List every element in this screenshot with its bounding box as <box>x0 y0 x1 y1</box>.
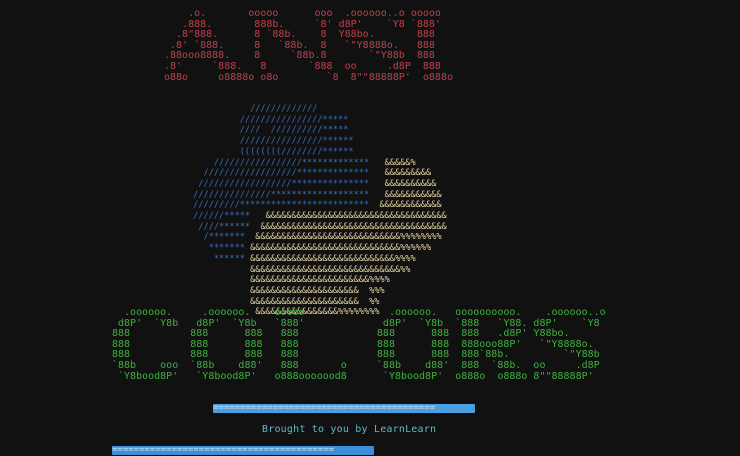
colors-art-line: `Y8bood8P' `Y8bood8P' o888ooooood8 `Y8bo… <box>112 370 594 382</box>
python-logo-yellow-segment: &&&&&&&&& <box>369 168 432 179</box>
terminal-window: .o. ooooo ooo .oooooo..o ooooo .888. 888… <box>0 0 740 456</box>
python-logo-blue-segment: ******* <box>188 243 245 254</box>
python-logo-yellow-segment: &&&&&&&&&&&&&&&&&&&&& %%% <box>188 285 385 296</box>
python-logo-ascii: ///////////// ////////////////***** ////… <box>188 104 447 318</box>
ansi-art-line: .o. ooooo ooo .oooooo..o ooooo <box>164 8 441 19</box>
python-logo-blue-segment: //////////////////*************** <box>188 178 370 189</box>
colors-art-line: 888 888 888 888 888 888 888`88b. `"Y88b <box>112 349 600 361</box>
python-logo-blue-segment: /////////************************* <box>188 200 370 211</box>
python-logo-yellow-segment: &&&&&&&&&& <box>369 178 437 189</box>
python-logo-blue-segment: ////****** <box>188 221 251 232</box>
ansi-ascii-title: .o. ooooo ooo .oooooo..o ooooo .888. 888… <box>164 8 453 83</box>
python-logo-yellow-segment: &&&&&&&&&&&& <box>369 200 442 211</box>
python-logo-yellow-segment: &&&&&&&&&&&&&&&&&&&&&&&&&&&&&%% <box>188 264 411 275</box>
python-logo-blue-segment: ///////////// <box>188 104 318 114</box>
python-logo-yellow-segment: &&&&&&&&&&&&&&&&&&&&&&&&&&&&&&&&&&& <box>250 211 447 222</box>
colors-art-line: .oooooo. .oooooo. ooooo .oooooo. ooooooo… <box>112 307 606 318</box>
colors-art-line: 888 888 888 888 888 888 888 .d8P' Y88bo. <box>112 328 570 340</box>
ansi-art-line: .8"888. 8 `88b. 8 Y88bo. 888 <box>164 29 435 41</box>
divider-bar-bottom: ========================================… <box>112 446 374 455</box>
python-logo-blue-segment: ///////////////******************* <box>188 189 370 200</box>
python-logo-yellow-segment: &&&&&% <box>369 157 416 168</box>
python-logo-yellow-segment: &&&&&&&&&&&&&&&&&&&&&&&%%%% <box>188 275 390 286</box>
python-logo-yellow-segment: &&&&&&&&&&& <box>369 189 442 200</box>
ansi-art-line: .88ooo8888. 8 `88b.8 `"Y88b 888 <box>164 50 435 62</box>
python-logo-yellow-segment: &&&&&&&&&&&&&&&&&&&&&&&&&&&&%%%%%%%% <box>244 232 442 243</box>
ansi-art-line: .8' `888. 8 `888 oo .d8P 888 <box>164 60 441 72</box>
python-logo-blue-segment: //////***** <box>188 211 251 222</box>
python-logo-blue-segment: ****** <box>188 253 245 264</box>
colors-ascii-title: .oooooo. .oooooo. ooooo .oooooo. ooooooo… <box>112 307 606 382</box>
python-logo-yellow-segment: &&&&&&&&&&&&&&&&&&&&&&&&&&&&&%%%%%% <box>244 243 432 254</box>
python-logo-blue-segment: ((((((((////////****** <box>188 146 354 157</box>
python-logo-yellow-segment: &&&&&&&&&&&&&&&&&&&&&&&&&&&&&&&&&&&& <box>250 221 447 232</box>
colors-art-line: `88b ooo `88b d88' 888 o `88b d88' 888 `… <box>112 359 600 371</box>
ansi-art-line: .888. 888b. `8' d8P' `Y8 `888' <box>164 18 441 30</box>
python-logo-blue-segment: //// //////////***** <box>188 125 349 136</box>
python-logo-blue-segment: /******* <box>188 232 245 243</box>
python-logo-blue-segment: ////////////////****** <box>188 136 354 147</box>
python-logo-yellow-segment: &&&&&&&&&&&&&&&&&&&&& %% <box>188 296 380 307</box>
python-logo-blue-segment: ////////////////***** <box>188 114 349 125</box>
divider-bar-top: ========================================… <box>213 404 475 413</box>
python-logo-yellow-segment: &&&&&&&&&&&&&&&&&&&&&&&&&&&&%%%% <box>244 253 416 264</box>
python-logo-blue-segment: /////////////////************* <box>188 157 370 168</box>
ansi-art-line: o88o o8888o o8o `8 8""88888P' o888o <box>164 71 453 83</box>
credit-text: Brought to you by LearnLearn <box>262 424 437 435</box>
colors-art-line: d8P' `Y8b d8P' `Y8b `888' d8P' `Y8b `888… <box>112 317 600 329</box>
python-logo-blue-segment: //////////////////************** <box>188 168 370 179</box>
